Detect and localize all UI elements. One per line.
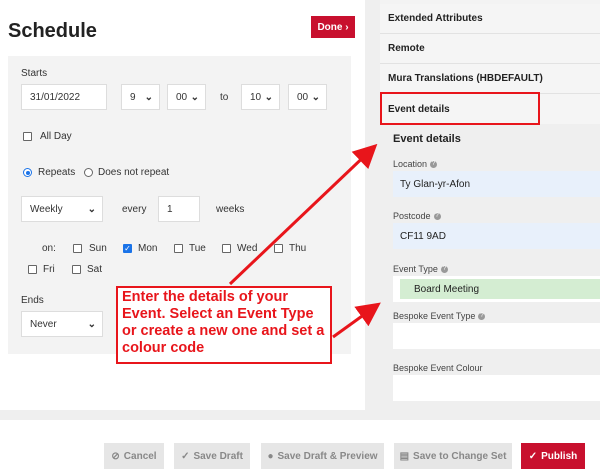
annotation-arrows — [228, 143, 381, 339]
arrow-to-event-details — [228, 143, 378, 286]
arrow-to-event-type — [332, 302, 381, 339]
annotation-callout: Enter the details of your Event. Select … — [116, 286, 332, 364]
